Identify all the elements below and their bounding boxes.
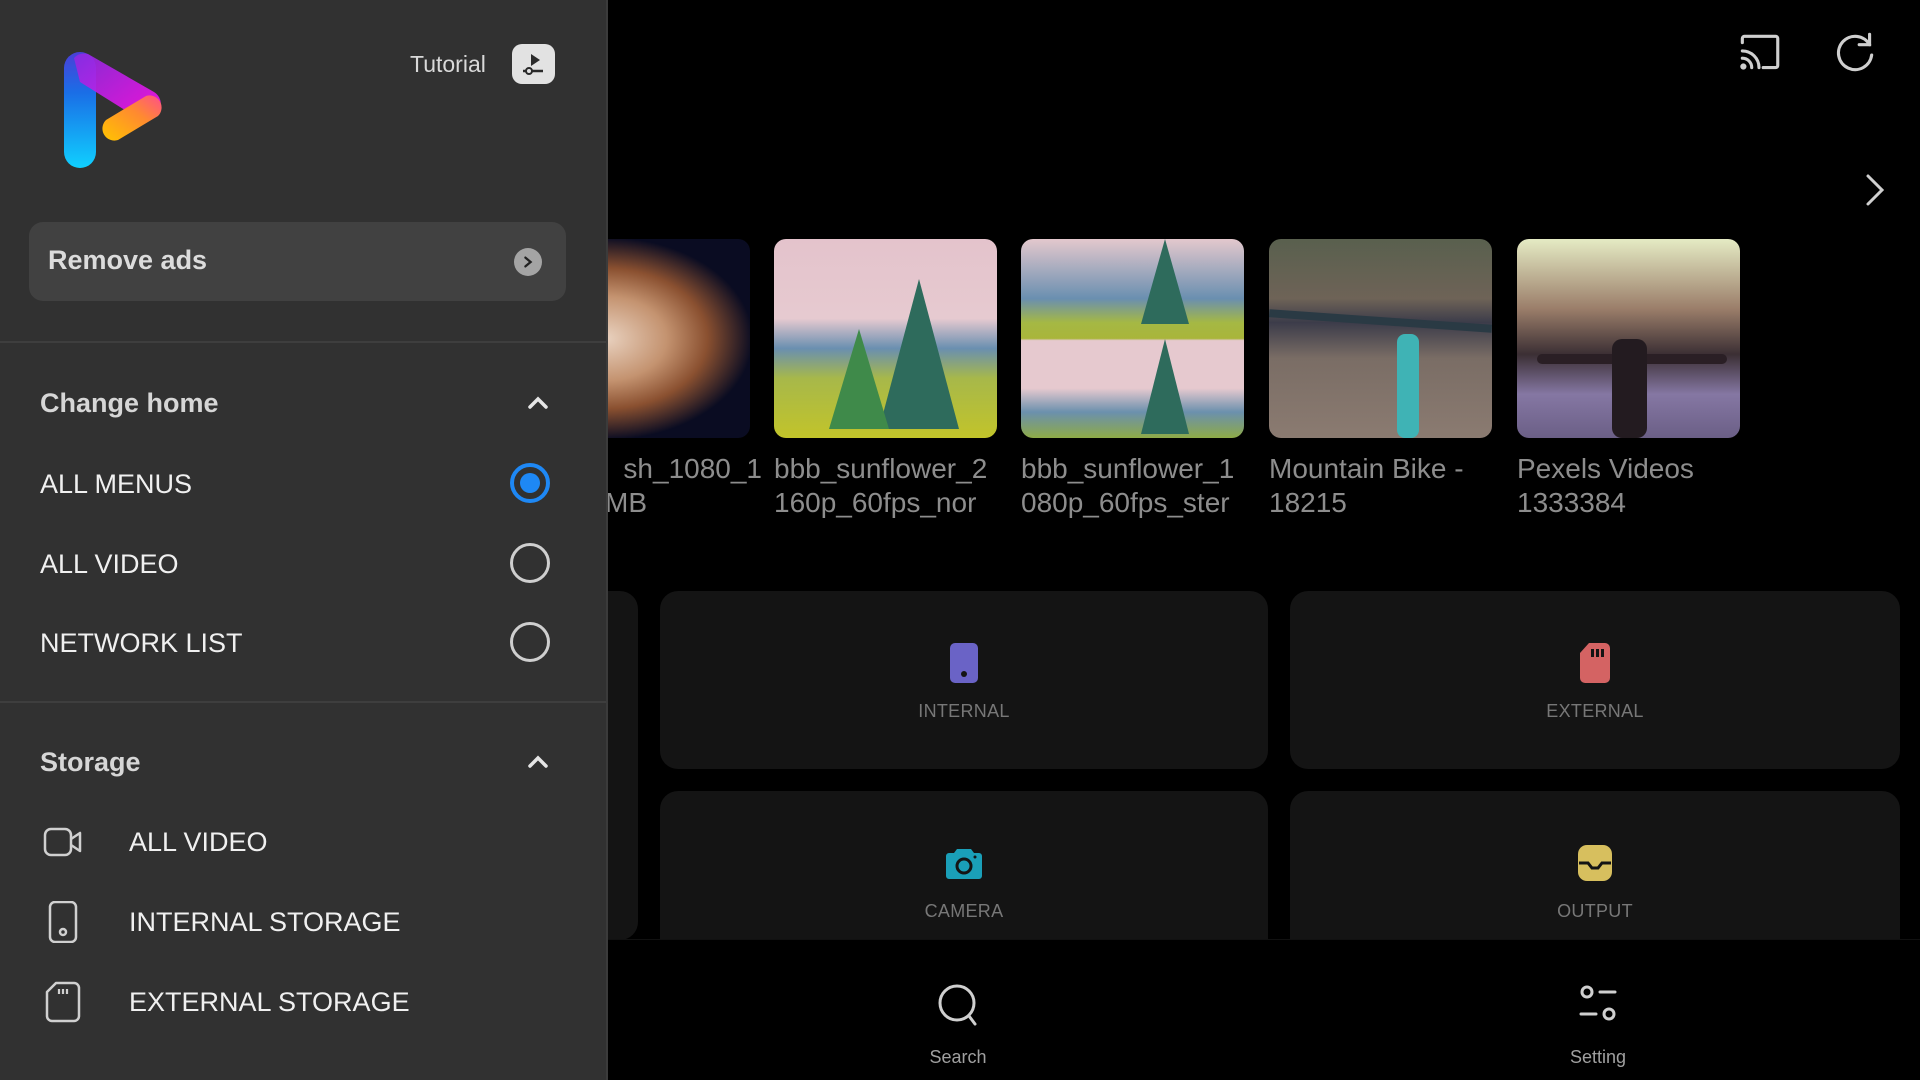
chevron-up-icon — [528, 755, 548, 768]
cast-button[interactable] — [1733, 27, 1785, 79]
nav-setting[interactable]: Setting — [1498, 940, 1698, 1080]
section-title: Storage — [40, 747, 141, 777]
section-title: Change home — [40, 388, 219, 418]
radio-selected[interactable] — [510, 463, 550, 503]
nav-label: Setting — [1569, 1047, 1627, 1067]
video-title: Pexels Videos 1333384 — [1517, 453, 1694, 518]
phone-storage-icon — [48, 901, 78, 943]
video-item[interactable]: bbb_sunflower_1 080p_60fps_ster — [1021, 239, 1244, 520]
app-logo — [64, 52, 162, 168]
divider — [0, 341, 606, 343]
storage-item-all-video[interactable]: ALL VIDEO — [40, 813, 560, 869]
video-item[interactable]: Pexels Videos 1333384 — [1517, 239, 1740, 520]
app-screen: sh_1080_1 MB bbb_sunflower_2 160p_60fps_… — [0, 0, 1920, 1080]
card-label: INTERNAL — [918, 701, 1010, 721]
card-label: EXTERNAL — [1546, 701, 1644, 721]
radio-unselected[interactable] — [510, 622, 550, 662]
home-option-network-list[interactable]: NETWORK LIST — [40, 614, 550, 670]
settings-sliders-icon — [1579, 985, 1617, 1021]
home-option-all-video[interactable]: ALL VIDEO — [40, 535, 550, 591]
phone-storage-icon — [950, 643, 978, 683]
option-label: ALL VIDEO — [40, 549, 179, 579]
sd-card-icon — [45, 981, 81, 1023]
card-label: OUTPUT — [1557, 901, 1633, 921]
storage-item-label: INTERNAL STORAGE — [129, 907, 401, 937]
refresh-button[interactable] — [1829, 27, 1881, 79]
nav-search[interactable]: Search — [858, 940, 1058, 1080]
storage-card-internal[interactable]: INTERNAL — [660, 591, 1268, 769]
video-thumbnail — [1269, 239, 1492, 438]
tutorial-label: Tutorial — [410, 50, 486, 77]
storage-item-external[interactable]: EXTERNAL STORAGE — [40, 973, 560, 1029]
nav-label: Search — [929, 1047, 987, 1067]
chevron-up-icon — [528, 396, 548, 409]
divider — [0, 701, 606, 703]
video-title: Mountain Bike - 18215 — [1269, 453, 1464, 518]
tutorial-icon — [511, 44, 555, 84]
sd-card-icon — [1580, 643, 1610, 683]
storage-item-label: ALL VIDEO — [129, 827, 268, 857]
storage-item-label: EXTERNAL STORAGE — [129, 987, 410, 1017]
video-title: bbb_sunflower_2 160p_60fps_nor — [774, 453, 988, 518]
search-icon — [938, 984, 977, 1026]
change-home-header[interactable]: Change home — [40, 384, 550, 424]
chevron-right-icon — [514, 248, 542, 276]
next-page-button[interactable] — [1852, 168, 1896, 212]
chevron-right-icon — [1866, 174, 1885, 206]
remove-ads-label: Remove ads — [48, 245, 208, 275]
storage-item-internal[interactable]: INTERNAL STORAGE — [40, 893, 560, 949]
output-tray-icon — [1578, 845, 1612, 881]
remove-ads-button[interactable]: Remove ads — [29, 222, 566, 301]
cast-icon — [1740, 34, 1780, 70]
video-item[interactable]: Mountain Bike - 18215 — [1269, 239, 1492, 520]
home-option-all-menus[interactable]: ALL MENUS — [40, 455, 550, 511]
video-thumbnail — [774, 239, 997, 438]
tutorial-button[interactable]: Tutorial — [410, 44, 555, 84]
video-title: bbb_sunflower_1 080p_60fps_ster — [1021, 453, 1235, 518]
storage-card-external[interactable]: EXTERNAL — [1290, 591, 1900, 769]
camera-icon — [946, 849, 982, 879]
video-thumbnail — [1517, 239, 1740, 438]
storage-header[interactable]: Storage — [40, 743, 550, 783]
radio-unselected[interactable] — [510, 543, 550, 583]
video-item[interactable]: bbb_sunflower_2 160p_60fps_nor — [774, 239, 997, 520]
refresh-icon — [1836, 32, 1874, 72]
video-thumbnail — [1021, 239, 1244, 438]
video-camera-icon — [43, 827, 82, 857]
card-label: CAMERA — [924, 901, 1004, 921]
navigation-drawer: Tutorial Remove ads Change home ALL MENU… — [0, 0, 606, 1080]
option-label: ALL MENUS — [40, 469, 193, 499]
option-label: NETWORK LIST — [40, 628, 243, 658]
